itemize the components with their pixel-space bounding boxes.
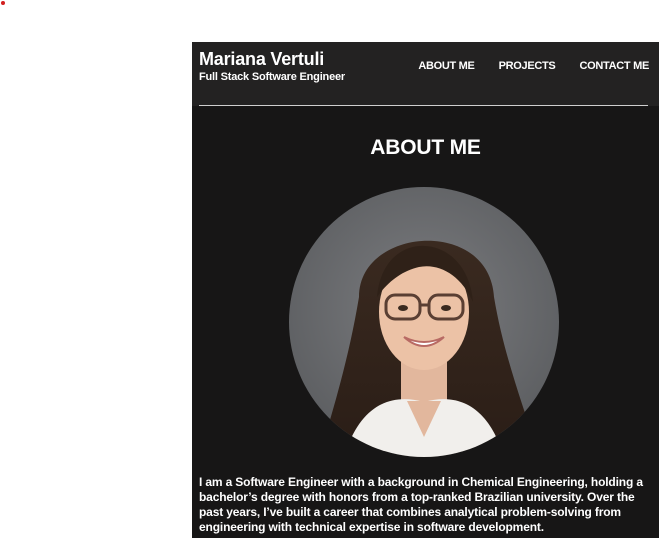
site-owner-role: Full Stack Software Engineer (199, 71, 345, 83)
portfolio-page: Mariana Vertuli Full Stack Software Engi… (192, 42, 659, 538)
header-divider (199, 105, 648, 106)
red-dot-marker (1, 1, 5, 5)
site-header: Mariana Vertuli Full Stack Software Engi… (192, 42, 659, 106)
about-section-title: ABOUT ME (370, 136, 481, 159)
nav-link-about-me[interactable]: ABOUT ME (418, 60, 475, 72)
brand[interactable]: Mariana Vertuli Full Stack Software Engi… (199, 50, 345, 84)
profile-photo (289, 187, 559, 457)
nav-link-contact-me[interactable]: CONTACT ME (579, 60, 649, 72)
main-navigation: ABOUT ME PROJECTS CONTACT ME (418, 60, 649, 72)
about-bio-text: I am a Software Engineer with a backgrou… (199, 475, 643, 534)
nav-link-projects[interactable]: PROJECTS (499, 60, 556, 72)
site-owner-name: Mariana Vertuli (199, 49, 325, 69)
